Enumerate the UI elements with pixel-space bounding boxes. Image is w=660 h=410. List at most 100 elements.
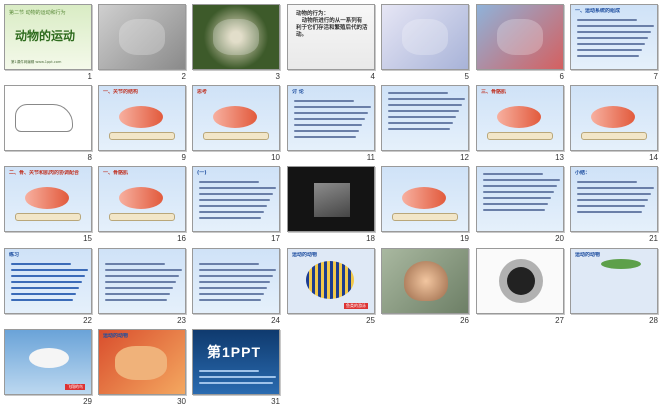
- slide-preview[interactable]: [98, 4, 186, 70]
- slide-thumbnail-6[interactable]: 6: [476, 4, 570, 84]
- slide-thumbnail-27[interactable]: 27: [476, 248, 570, 328]
- text-line: [577, 49, 642, 51]
- slide-preview[interactable]: 一、骨骼肌: [98, 166, 186, 232]
- text-line: [294, 136, 356, 138]
- slide-preview[interactable]: 第1PPT: [192, 329, 280, 395]
- slide-preview[interactable]: [381, 166, 469, 232]
- lizard-image: [601, 259, 641, 269]
- slide-thumbnail-10[interactable]: 思考 10: [192, 85, 286, 165]
- slide-number: 5: [464, 72, 469, 81]
- text-line: [105, 269, 182, 271]
- slide-number: 6: [559, 72, 564, 81]
- slide-thumbnail-18[interactable]: 18: [287, 166, 381, 246]
- slide-preview[interactable]: [192, 248, 280, 314]
- text-line: [294, 112, 368, 114]
- slide-heading: 讨 论: [292, 89, 304, 95]
- slide-preview[interactable]: [381, 85, 469, 151]
- slide-heading: 运动的动物: [103, 333, 129, 339]
- slide-preview[interactable]: [476, 4, 564, 70]
- slide-thumbnail-4[interactable]: 动物的行为： 动物所进行的从一系列有 利于它们存活和繁殖后代的活 动。 4: [287, 4, 381, 84]
- slide-preview[interactable]: 练习: [4, 248, 92, 314]
- text-line: [199, 299, 261, 301]
- slide-preview[interactable]: [4, 85, 92, 151]
- slide-thumbnail-14[interactable]: 14: [570, 85, 660, 165]
- slide-preview[interactable]: 飞翔的鸟: [4, 329, 92, 395]
- text-line: [11, 299, 73, 301]
- slide-thumbnail-2[interactable]: 2: [98, 4, 192, 84]
- bone-diagram: [109, 213, 175, 221]
- text-line: [294, 124, 362, 126]
- slide-heading: 一、关节的结构: [103, 89, 139, 95]
- slide-preview[interactable]: [570, 85, 658, 151]
- slide-thumbnail-29[interactable]: 飞翔的鸟 29: [4, 329, 98, 409]
- slide-preview[interactable]: [192, 4, 280, 70]
- slide-thumbnail-25[interactable]: 运动的动物 鱼类的游泳 25: [287, 248, 381, 328]
- slide-thumbnail-8[interactable]: 8: [4, 85, 98, 165]
- text-line: [483, 191, 554, 193]
- slide-preview[interactable]: 运动的动物: [98, 329, 186, 395]
- slide-thumbnail-20[interactable]: 20: [476, 166, 570, 246]
- slide-thumbnail-19[interactable]: 19: [381, 166, 475, 246]
- slide-thumbnail-16[interactable]: 一、骨骼肌 16: [98, 166, 192, 246]
- slide-thumbnail-31[interactable]: 第1PPT 31: [192, 329, 286, 409]
- slide-number: 3: [275, 72, 280, 81]
- slide-number: 12: [460, 153, 469, 162]
- slide-thumbnail-5[interactable]: 5: [381, 4, 475, 84]
- slide-thumbnail-28[interactable]: 运动的动物 28: [570, 248, 660, 328]
- slide-heading: (一): [197, 170, 207, 176]
- spider-image: [507, 267, 535, 295]
- slide-preview[interactable]: [476, 166, 564, 232]
- slide-number: 17: [271, 234, 280, 243]
- text-line: [577, 55, 639, 57]
- text-line: [577, 43, 645, 45]
- slide-thumbnail-22[interactable]: 练习 22: [4, 248, 98, 328]
- slide-thumbnail-9[interactable]: 一、关节的结构 9: [98, 85, 192, 165]
- text-line: [577, 181, 637, 183]
- text-line: [199, 376, 276, 378]
- slide-preview[interactable]: 第二节 动物的运动和行为 动物的运动 第1课件网编辑 www.1ppt.com: [4, 4, 92, 70]
- slide-preview[interactable]: 运动的动物 鱼类的游泳: [287, 248, 375, 314]
- slide-thumbnail-24[interactable]: 24: [192, 248, 286, 328]
- slide-thumbnail-7[interactable]: 一、运动系统的组成 7: [570, 4, 660, 84]
- muscle-diagram: [497, 106, 541, 128]
- text-line: [105, 299, 167, 301]
- slide-preview[interactable]: [381, 4, 469, 70]
- slide-thumbnail-23[interactable]: 23: [98, 248, 192, 328]
- slide-thumbnail-26[interactable]: 26: [381, 248, 475, 328]
- slide-thumbnail-1[interactable]: 第二节 动物的运动和行为 动物的运动 第1课件网编辑 www.1ppt.com 1: [4, 4, 98, 84]
- slide-preview[interactable]: [476, 248, 564, 314]
- slide-thumbnail-30[interactable]: 运动的动物 30: [98, 329, 192, 409]
- caption-badge: 鱼类的游泳: [344, 303, 368, 309]
- text-line: [105, 263, 165, 265]
- slide-preview[interactable]: 一、关节的结构: [98, 85, 186, 151]
- slide-preview[interactable]: 动物的行为： 动物所进行的从一系列有 利于它们存活和繁殖后代的活 动。: [287, 4, 375, 70]
- slide-preview[interactable]: 小结：: [570, 166, 658, 232]
- skeleton-photo: [314, 183, 350, 217]
- slide-preview[interactable]: 运动的动物: [570, 248, 658, 314]
- slide-preview[interactable]: [287, 166, 375, 232]
- bone-diagram: [15, 213, 81, 221]
- slide-preview[interactable]: [98, 248, 186, 314]
- slide-thumbnail-12[interactable]: 12: [381, 85, 475, 165]
- slide-title: 动物的运动: [15, 29, 76, 43]
- slide-preview[interactable]: 三、骨骼肌: [476, 85, 564, 151]
- slide-preview[interactable]: 讨 论: [287, 85, 375, 151]
- slide-preview[interactable]: 二、骨、关节和肌肉的协调配合: [4, 166, 92, 232]
- text-line: [199, 187, 276, 189]
- slide-thumbnail-17[interactable]: (一) 17: [192, 166, 286, 246]
- slide-number: 11: [366, 153, 375, 162]
- slide-preview[interactable]: 思考: [192, 85, 280, 151]
- slide-thumbnail-15[interactable]: 二、骨、关节和肌肉的协调配合 15: [4, 166, 98, 246]
- photo-image: [213, 19, 259, 55]
- slide-thumbnail-11[interactable]: 讨 论 11: [287, 85, 381, 165]
- slide-thumbnail-13[interactable]: 三、骨骼肌 13: [476, 85, 570, 165]
- slide-thumbnail-3[interactable]: 3: [192, 4, 286, 84]
- slide-preview[interactable]: (一): [192, 166, 280, 232]
- slide-preview[interactable]: [381, 248, 469, 314]
- slide-footer: 第1课件网编辑 www.1ppt.com: [11, 60, 62, 64]
- text-line: [388, 128, 450, 130]
- slide-thumbnail-21[interactable]: 小结： 21: [570, 166, 660, 246]
- slide-preview[interactable]: 一、运动系统的组成: [570, 4, 658, 70]
- slide-number: 24: [271, 316, 280, 325]
- slide-number: 14: [649, 153, 658, 162]
